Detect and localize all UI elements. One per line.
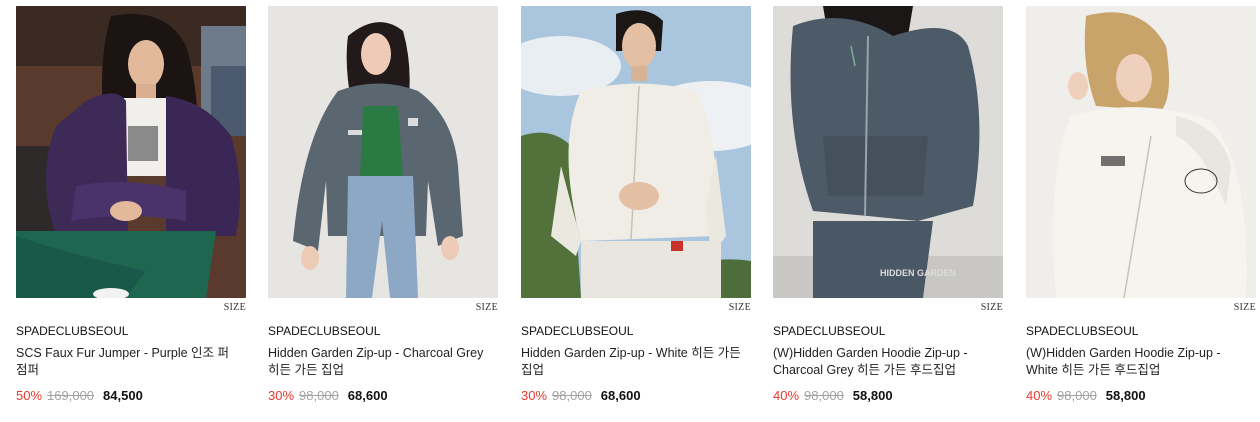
size-link[interactable]: SIZE	[521, 302, 751, 314]
discount-rate: 30%	[268, 388, 295, 403]
product-image[interactable]: HIDDEN GARDEN	[773, 6, 1003, 298]
size-link[interactable]: SIZE	[773, 302, 1003, 314]
size-link[interactable]: SIZE	[268, 302, 498, 314]
size-link[interactable]: SIZE	[1026, 302, 1256, 314]
product-brand[interactable]: SPADECLUBSEOUL	[773, 324, 1003, 338]
product-brand[interactable]: SPADECLUBSEOUL	[268, 324, 498, 338]
original-price: 169,000	[47, 388, 95, 403]
product-price: 50% 169,000 84,500	[16, 388, 246, 403]
product-photo-charcoal-zip-up	[268, 6, 498, 298]
product-price: 30% 98,000 68,600	[521, 388, 751, 403]
sale-price: 68,600	[347, 388, 388, 403]
size-link[interactable]: SIZE	[16, 302, 246, 314]
product-card[interactable]: HIDDEN GARDEN SIZE SPADECLUBSEOUL (W)Hid…	[773, 6, 1003, 403]
product-image[interactable]	[1026, 6, 1256, 298]
hoodie-print-text: HIDDEN GARDEN	[880, 268, 956, 278]
product-brand[interactable]: SPADECLUBSEOUL	[521, 324, 751, 338]
product-price: 40% 98,000 58,800	[1026, 388, 1256, 403]
original-price: 98,000	[1057, 388, 1097, 403]
sale-price: 84,500	[103, 388, 143, 403]
product-card[interactable]: SIZE SPADECLUBSEOUL Hidden Garden Zip-up…	[521, 6, 751, 403]
product-price: 30% 98,000 68,600	[268, 388, 498, 403]
product-grid: SIZE SPADECLUBSEOUL SCS Faux Fur Jumper …	[0, 0, 1260, 422]
product-photo-white-hoodie-zip-up	[1026, 6, 1256, 298]
sale-price: 68,600	[600, 388, 641, 403]
discount-rate: 40%	[1026, 388, 1053, 403]
product-card[interactable]: SIZE SPADECLUBSEOUL (W)Hidden Garden Hoo…	[1026, 6, 1256, 403]
discount-rate: 50%	[16, 388, 43, 403]
original-price: 98,000	[804, 388, 844, 403]
product-brand[interactable]: SPADECLUBSEOUL	[1026, 324, 1256, 338]
product-image[interactable]	[16, 6, 246, 298]
product-card[interactable]: SIZE SPADECLUBSEOUL SCS Faux Fur Jumper …	[16, 6, 246, 403]
product-brand[interactable]: SPADECLUBSEOUL	[16, 324, 246, 338]
sale-price: 58,800	[1105, 388, 1146, 403]
discount-rate: 40%	[773, 388, 800, 403]
product-name[interactable]: (W)Hidden Garden Hoodie Zip-up - Charcoa…	[773, 345, 999, 381]
product-card[interactable]: SIZE SPADECLUBSEOUL Hidden Garden Zip-up…	[268, 6, 498, 403]
original-price: 98,000	[299, 388, 339, 403]
discount-rate: 30%	[521, 388, 548, 403]
original-price: 98,000	[552, 388, 592, 403]
product-name[interactable]: Hidden Garden Zip-up - White 히든 가든 집업	[521, 345, 747, 381]
product-name[interactable]: (W)Hidden Garden Hoodie Zip-up - White 히…	[1026, 345, 1252, 381]
product-name[interactable]: SCS Faux Fur Jumper - Purple 인조 퍼 점퍼	[16, 345, 242, 381]
product-price: 40% 98,000 58,800	[773, 388, 1003, 403]
product-photo-purple-fur-jumper	[16, 6, 246, 298]
product-image[interactable]	[521, 6, 751, 298]
product-image[interactable]	[268, 6, 498, 298]
product-photo-charcoal-hoodie-zip-up: HIDDEN GARDEN	[773, 6, 1003, 298]
product-photo-white-zip-up-sky	[521, 6, 751, 298]
sale-price: 58,800	[852, 388, 893, 403]
product-name[interactable]: Hidden Garden Zip-up - Charcoal Grey 히든 …	[268, 345, 494, 381]
